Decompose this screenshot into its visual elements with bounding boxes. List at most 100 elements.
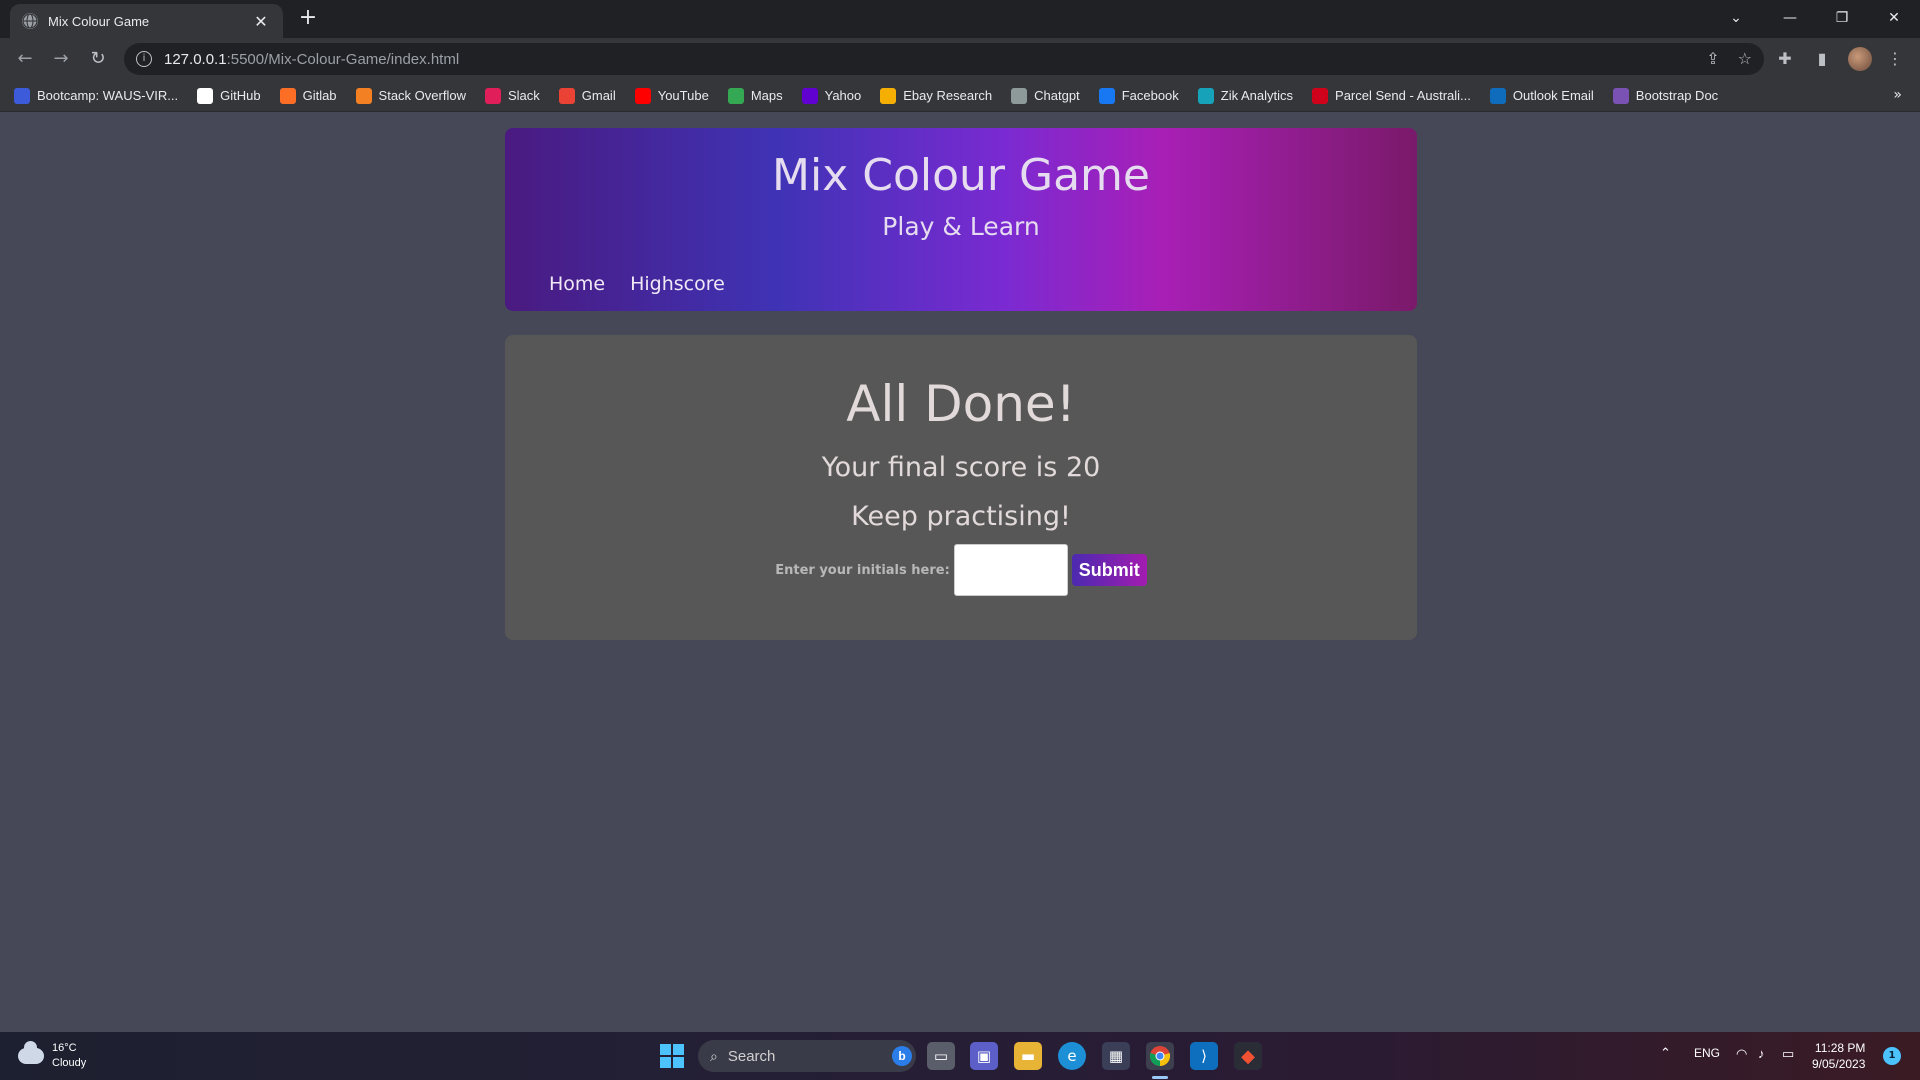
tray-chevron-icon[interactable]: ⌃ [1660,1045,1671,1061]
forward-arrow-icon[interactable]: → [49,47,73,71]
clock-time: 11:28 PM [1814,1041,1866,1055]
result-card: All Done! Your final score is 20 Keep pr… [505,335,1417,640]
bookmark-label: Slack [507,88,540,103]
facebook-icon [1098,87,1115,104]
task-view-icon[interactable]: ▭ [927,1042,955,1070]
address-bar[interactable]: i 127.0.0.1:5500/Mix-Colour-Game/index.h… [124,43,1764,75]
reload-icon[interactable]: ↻ [86,47,110,71]
weather-desc: Cloudy [52,1057,87,1069]
bookmark-item[interactable]: Maps [727,87,783,104]
nav-home-link[interactable]: Home [549,273,605,295]
side-panel-icon[interactable]: ▮ [1811,48,1833,70]
zik-icon [1197,87,1214,104]
edge-icon[interactable]: e [1058,1042,1086,1070]
submit-button[interactable]: Submit [1071,554,1147,586]
taskbar-search-label: Search [727,1047,776,1065]
cloud-icon [18,1041,44,1064]
weather-temp: 16°C [52,1042,77,1054]
bookmark-item[interactable]: Ebay Research [880,87,992,104]
bookmark-item[interactable]: YouTube [634,87,709,104]
notification-badge[interactable]: 1 [1883,1047,1901,1065]
final-score-text: Your final score is 20 [821,452,1101,483]
bookmark-item[interactable]: Gmail [558,87,616,104]
initials-input[interactable] [953,544,1068,596]
stackoverflow-icon [355,87,372,104]
bookmark-label: Bootcamp: WAUS-VIR... [37,88,179,103]
language-indicator[interactable]: ENG [1694,1046,1720,1060]
site-info-icon[interactable]: i [136,51,152,67]
youtube-icon [634,87,651,104]
github-icon [197,87,214,104]
taskbar-search[interactable]: ⌕ Search b [698,1040,916,1072]
bookmark-label: Gmail [581,88,616,103]
windows-start-icon[interactable] [660,1044,684,1068]
windows-taskbar: 16°C Cloudy ⌕ Search b ▭ ▣ ▬ e ▦ ⟩ ◆ ⌃ E… [0,1032,1920,1080]
menu-kebab-icon[interactable]: ⋮ [1884,48,1906,70]
bookmark-item[interactable]: Parcel Send - Australi... [1312,87,1471,104]
bookmark-label: Gitlab [302,88,337,103]
minimize-button[interactable]: — [1768,4,1812,32]
search-icon: ⌕ [710,1047,718,1064]
globe-icon [22,13,38,29]
bookmark-item[interactable]: Slack [484,87,540,104]
teams-chat-icon[interactable]: ▣ [970,1042,998,1070]
chrome-active-indicator [1152,1076,1168,1079]
battery-icon[interactable]: ▭ [1782,1046,1794,1062]
back-arrow-icon[interactable]: ← [13,47,37,71]
close-window-button[interactable]: ✕ [1872,4,1916,32]
bookmark-star-icon[interactable]: ☆ [1738,49,1752,68]
gmail-icon [558,87,575,104]
new-tab-button[interactable]: + [296,6,320,30]
bookmark-item[interactable]: GitHub [197,87,261,104]
share-icon[interactable]: ⇪ [1706,49,1719,68]
bookmark-item[interactable]: Bootcamp: WAUS-VIR... [14,87,179,104]
site-header: Mix Colour Game Play & Learn Home Highsc… [505,128,1417,311]
git-icon[interactable]: ◆ [1234,1042,1262,1070]
bootstrap-icon [1612,87,1629,104]
bookmark-item[interactable]: Yahoo [801,87,862,104]
bookmark-item[interactable]: Outlook Email [1489,87,1594,104]
slack-icon [484,87,501,104]
restore-button[interactable]: ❐ [1820,4,1864,32]
bing-icon[interactable]: b [892,1046,912,1066]
bookmark-item[interactable]: Gitlab [279,87,337,104]
bookmark-item[interactable]: Chatgpt [1011,87,1080,104]
url-path: :5500/Mix-Colour-Game/index.html [226,50,460,68]
browser-toolbar: ← → ↻ i 127.0.0.1:5500/Mix-Colour-Game/i… [0,38,1920,80]
system-clock[interactable]: 11:28 PM 9/05/2023 [1812,1040,1865,1072]
ebay-icon [880,87,897,104]
bookmark-label: Parcel Send - Australi... [1335,88,1471,103]
site-title: Mix Colour Game [772,150,1150,201]
bookmark-item[interactable]: Bootstrap Doc [1612,87,1718,104]
site-subtitle: Play & Learn [882,212,1040,241]
volume-icon[interactable]: ♪ [1758,1046,1765,1061]
initials-label: Enter your initials here: [775,562,950,578]
bookmark-label: GitHub [220,88,261,103]
site-nav: Home Highscore [549,273,725,295]
browser-tab[interactable]: Mix Colour Game ✕ [10,4,283,38]
maps-icon [727,87,744,104]
tab-search-icon[interactable]: ⌄ [1714,4,1758,32]
chrome-icon[interactable] [1146,1042,1174,1070]
wifi-icon[interactable]: ◠ [1736,1046,1747,1062]
bootcamp-icon [14,87,30,104]
bookmark-item[interactable]: Zik Analytics [1197,87,1293,104]
file-explorer-icon[interactable]: ▬ [1014,1042,1042,1070]
vscode-icon[interactable]: ⟩ [1190,1042,1218,1070]
bookmark-label: YouTube [657,88,709,103]
bookmark-item[interactable]: Stack Overflow [355,87,466,104]
microsoft-store-icon[interactable]: ▦ [1102,1042,1130,1070]
bookmark-item[interactable]: Facebook [1098,87,1179,104]
tab-strip: Mix Colour Game ✕ + ⌄ — ❐ ✕ [0,0,1920,38]
clock-date: 9/05/2023 [1812,1057,1866,1071]
chatgpt-icon [1011,87,1028,104]
bookmark-label: Facebook [1121,88,1179,103]
more-bookmarks-icon[interactable]: » [1893,87,1902,103]
extensions-puzzle-icon[interactable]: ✚ [1774,48,1796,70]
parcel-icon [1312,87,1329,104]
nav-highscore-link[interactable]: Highscore [630,273,725,295]
weather-widget[interactable]: 16°C Cloudy [18,1041,86,1071]
profile-avatar[interactable] [1848,47,1872,71]
bookmark-label: Yahoo [824,88,862,103]
close-tab-icon[interactable]: ✕ [251,12,271,31]
